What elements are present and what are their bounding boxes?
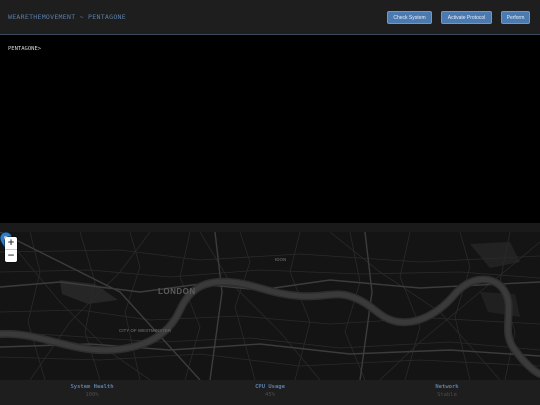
system-health-label: System Health (70, 384, 114, 390)
panel-divider (0, 223, 540, 232)
command-input[interactable] (52, 44, 522, 54)
map-label-district: IDON (275, 257, 287, 262)
cpu-usage-stat: CPU Usage 45% (230, 384, 310, 398)
map-tiles (0, 232, 540, 380)
zoom-control: + − (5, 237, 17, 262)
network-stat: Network Stable (407, 384, 487, 398)
zoom-out-button[interactable]: − (5, 250, 17, 262)
app-title: WEARETHEMOVEMENT ~ PENTAGONE (8, 13, 126, 21)
check-system-button[interactable]: Check System (387, 11, 432, 24)
map-view[interactable]: LONDON CITY OF WESTMINSTER IDON + − (0, 232, 540, 380)
cpu-usage-label: CPU Usage (255, 384, 285, 390)
network-label: Network (435, 384, 459, 390)
terminal-prompt: PENTAGONE> (8, 46, 42, 52)
app-window: WEARETHEMOVEMENT ~ PENTAGONE Check Syste… (0, 0, 540, 405)
system-health-stat: System Health 100% (52, 384, 132, 398)
terminal-console[interactable]: PENTAGONE> (0, 35, 540, 223)
map-label-london: LONDON (158, 287, 196, 296)
map-label-westminster: CITY OF WESTMINSTER (119, 328, 172, 333)
status-bar: System Health 100% CPU Usage 45% Network… (0, 380, 540, 405)
perform-button[interactable]: Perform (501, 11, 530, 24)
header-bar: WEARETHEMOVEMENT ~ PENTAGONE Check Syste… (0, 0, 540, 35)
network-value: Stable (437, 392, 457, 398)
cpu-usage-value: 45% (265, 392, 275, 398)
activate-protocol-button[interactable]: Activate Protocol (441, 11, 492, 24)
system-health-value: 100% (85, 392, 99, 398)
zoom-in-button[interactable]: + (5, 237, 17, 250)
